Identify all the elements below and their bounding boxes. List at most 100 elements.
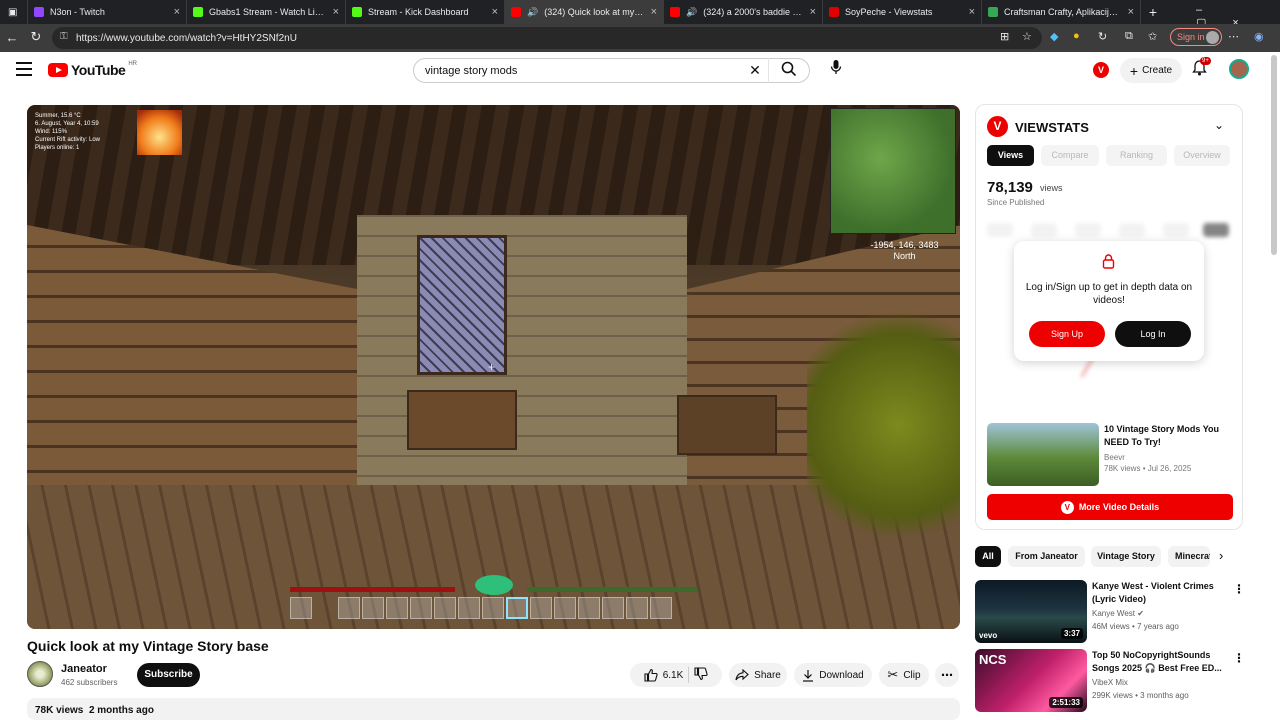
browser-tab[interactable]: Craftsman Crafty, Aplikacije na Google P… bbox=[982, 0, 1141, 24]
channel-avatar[interactable] bbox=[27, 661, 53, 687]
back-icon[interactable]: ← bbox=[0, 30, 24, 45]
chip-minecraft[interactable]: Minecraft bbox=[1168, 546, 1210, 567]
extension-icon[interactable]: ◆ bbox=[1050, 30, 1058, 43]
video-title[interactable]: Kanye West - Violent Crimes (Lyric Video… bbox=[1092, 580, 1227, 606]
copilot-icon[interactable]: ◉ bbox=[1254, 30, 1264, 43]
search-box: vintage story mods ✕ bbox=[413, 58, 810, 83]
like-button[interactable]: 6.1K bbox=[644, 668, 683, 682]
related-video-title[interactable]: 10 Vintage Story Mods You NEED To Try! bbox=[1104, 423, 1236, 449]
extension-icon[interactable]: ● bbox=[1073, 30, 1080, 42]
verified-icon: ✔ bbox=[1137, 609, 1144, 618]
game-health-bar bbox=[290, 587, 455, 592]
twitch-icon bbox=[34, 7, 44, 17]
log-in-button[interactable]: Log In bbox=[1115, 321, 1191, 347]
tab-compare[interactable]: Compare bbox=[1041, 145, 1099, 166]
tab-overview[interactable]: Overview bbox=[1174, 145, 1230, 166]
page-scrollbar[interactable] bbox=[1271, 55, 1277, 255]
channel-name[interactable]: Kanye West bbox=[1092, 609, 1135, 618]
bookmark-star-icon[interactable]: ☆ bbox=[1022, 30, 1032, 43]
clip-button[interactable]: ✂ Clip bbox=[879, 663, 929, 687]
browser-signin-button[interactable]: Sign in bbox=[1170, 28, 1222, 46]
viewstats-logo: V bbox=[987, 116, 1008, 137]
close-tab-icon[interactable]: × bbox=[651, 6, 657, 18]
app-available-icon[interactable]: ⊞ bbox=[1000, 30, 1009, 43]
channel-name[interactable]: Janeator bbox=[61, 663, 107, 675]
tab-actions-button[interactable]: ▣ bbox=[0, 0, 28, 24]
video-title: Quick look at my Vintage Story base bbox=[27, 638, 269, 654]
video-thumbnail[interactable]: vevo 3:37 bbox=[975, 580, 1087, 643]
list-item[interactable]: vevo 3:37 Kanye West - Violent Crimes (L… bbox=[975, 580, 1255, 643]
guide-menu-button[interactable] bbox=[16, 62, 32, 76]
close-tab-icon[interactable]: × bbox=[492, 6, 498, 18]
chevron-right-icon[interactable]: › bbox=[1219, 548, 1223, 563]
split-screen-icon[interactable]: ⧉ bbox=[1125, 30, 1133, 43]
chip-vintage-story[interactable]: Vintage Story bbox=[1091, 546, 1161, 567]
close-tab-icon[interactable]: × bbox=[174, 6, 180, 18]
description-box[interactable]: 78K views 2 months ago bbox=[27, 698, 960, 720]
viewstats-brand: VIEWSTATS bbox=[1015, 120, 1089, 135]
channel-name[interactable]: VibeX Mix bbox=[1092, 678, 1128, 687]
plus-icon: + bbox=[1129, 62, 1139, 79]
share-icon bbox=[735, 669, 749, 681]
related-video-thumbnail[interactable] bbox=[987, 423, 1099, 486]
more-vertical-icon[interactable]: ⋮ bbox=[1233, 582, 1245, 596]
chip-from-channel[interactable]: From Janeator bbox=[1008, 546, 1085, 567]
search-input[interactable]: vintage story mods bbox=[414, 65, 742, 77]
share-button[interactable]: Share bbox=[729, 663, 787, 687]
kick-icon bbox=[352, 7, 362, 17]
video-thumbnail[interactable]: NCS 2:51:33 bbox=[975, 649, 1087, 712]
url-field[interactable]: ⚿ https://www.youtube.com/watch?v=HtHY2SN… bbox=[52, 27, 1042, 49]
audio-icon[interactable]: 🔊 bbox=[686, 7, 697, 18]
download-button[interactable]: Download bbox=[794, 663, 872, 687]
more-options-icon[interactable]: ⋯ bbox=[1228, 30, 1239, 43]
favorites-icon[interactable]: ✩ bbox=[1148, 30, 1157, 43]
voice-search-button[interactable] bbox=[823, 58, 849, 83]
video-title[interactable]: Top 50 NoCopyrightSounds Songs 2025 🎧 Be… bbox=[1092, 649, 1227, 675]
dislike-button[interactable] bbox=[694, 666, 708, 684]
refresh-extension-icon[interactable]: ↻ bbox=[1098, 30, 1107, 43]
search-button[interactable] bbox=[769, 61, 809, 80]
browser-tab[interactable]: Gbabs1 Stream - Watch Live on Kick× bbox=[187, 0, 346, 24]
user-avatar[interactable] bbox=[1229, 59, 1249, 79]
youtube-play-icon bbox=[48, 63, 68, 77]
close-tab-icon[interactable]: × bbox=[810, 6, 816, 18]
game-hud-info: Summer, 15.6 °C 6. August, Year 4, 10:59… bbox=[35, 113, 101, 151]
browser-tab[interactable]: SoyPeche - Viewstats × bbox=[823, 0, 982, 24]
viewstats-extension-button[interactable]: V bbox=[1093, 62, 1109, 78]
create-button[interactable]: + Create bbox=[1120, 58, 1182, 83]
browser-tab[interactable]: N3on - Twitch × bbox=[28, 0, 187, 24]
viewstats-logo-icon: V bbox=[1060, 500, 1074, 514]
browser-tab[interactable]: 🔊(324) a 2000's baddie playlist× bbox=[664, 0, 823, 24]
new-tab-button[interactable]: + bbox=[1141, 0, 1165, 24]
sign-up-button[interactable]: Sign Up bbox=[1029, 321, 1105, 347]
subscribe-button[interactable]: Subscribe bbox=[137, 663, 200, 687]
game-temporal-gear bbox=[475, 575, 513, 595]
site-info-icon[interactable]: ⚿ bbox=[60, 31, 68, 42]
crosshair-icon: + bbox=[488, 360, 496, 374]
close-tab-icon[interactable]: × bbox=[333, 6, 339, 18]
chevron-down-icon[interactable]: ⌄ bbox=[1214, 118, 1224, 132]
chip-all[interactable]: All bbox=[975, 546, 1001, 567]
more-video-details-button[interactable]: V More Video Details bbox=[987, 494, 1233, 520]
thumbs-down-icon bbox=[694, 666, 708, 680]
reload-icon[interactable]: ↻ bbox=[24, 29, 48, 45]
close-tab-icon[interactable]: × bbox=[969, 6, 975, 18]
browser-tab-active[interactable]: 🔊(324) Quick look at my Vintage Story ba… bbox=[505, 0, 664, 24]
view-count: 78K views bbox=[35, 705, 84, 716]
login-prompt: Log in/Sign up to get in depth data on v… bbox=[1014, 241, 1204, 361]
video-player[interactable]: Summer, 15.6 °C 6. August, Year 4, 10:59… bbox=[27, 105, 960, 629]
youtube-logo[interactable]: YouTube HR bbox=[48, 61, 137, 78]
clear-search-icon[interactable]: ✕ bbox=[742, 62, 768, 79]
notifications-button[interactable]: 9+ bbox=[1192, 57, 1211, 79]
tab-views[interactable]: Views bbox=[987, 145, 1034, 166]
ncs-logo: NCS bbox=[979, 652, 1007, 667]
viewstats-icon bbox=[829, 7, 839, 17]
tab-ranking[interactable]: Ranking bbox=[1106, 145, 1167, 166]
list-item[interactable]: NCS 2:51:33 Top 50 NoCopyrightSounds Son… bbox=[975, 649, 1255, 712]
more-actions-button[interactable]: ⋯ bbox=[935, 663, 959, 687]
audio-icon[interactable]: 🔊 bbox=[527, 7, 538, 18]
close-tab-icon[interactable]: × bbox=[1128, 6, 1134, 18]
more-vertical-icon[interactable]: ⋮ bbox=[1233, 651, 1245, 665]
browser-tab[interactable]: Stream - Kick Dashboard × bbox=[346, 0, 505, 24]
more-horizontal-icon: ⋯ bbox=[941, 668, 953, 682]
